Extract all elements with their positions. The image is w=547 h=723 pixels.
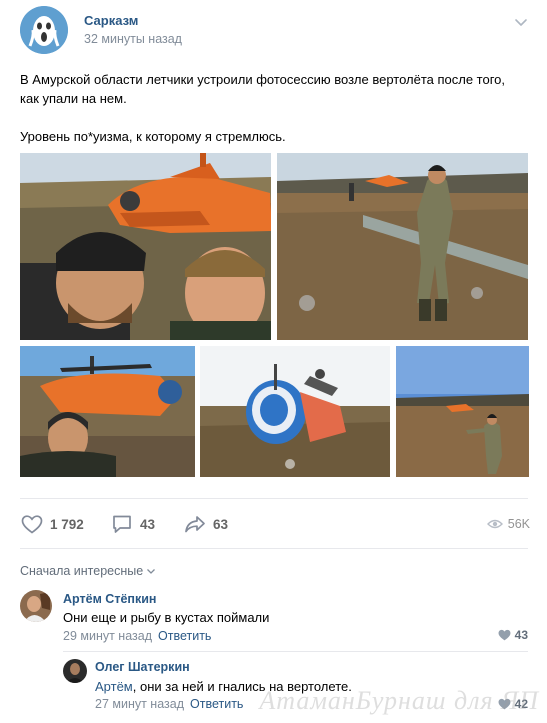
comment: Артём Стёпкин Они еще и рыбу в кустах по… — [20, 590, 530, 646]
comment-author[interactable]: Артём Стёпкин — [63, 592, 156, 606]
comment-time[interactable]: 29 минут назад — [63, 629, 152, 643]
mention-link[interactable]: Артём — [95, 679, 133, 694]
avatar[interactable] — [63, 659, 87, 683]
like-count: 1 792 — [50, 516, 84, 532]
photo-image — [277, 153, 528, 340]
user-photo — [20, 590, 52, 622]
comment-count: 43 — [140, 516, 156, 532]
photo-image — [20, 153, 271, 340]
share-count: 63 — [213, 516, 229, 532]
reply-button[interactable]: Ответить — [190, 697, 243, 711]
post-author[interactable]: Сарказм — [84, 13, 138, 28]
scream-face-icon — [20, 6, 68, 54]
photo-man-standing-near-wreck[interactable] — [277, 153, 528, 340]
divider — [20, 498, 528, 499]
share-icon — [185, 516, 205, 533]
photo-overturned-blue-helicopter[interactable] — [200, 346, 390, 477]
chevron-down-icon — [147, 569, 156, 574]
divider — [63, 651, 528, 652]
comment-meta: 29 минут назад Ответить — [63, 629, 211, 643]
sort-label: Сначала интересные — [20, 564, 144, 578]
heart-icon — [21, 515, 43, 534]
reply-button[interactable]: Ответить — [158, 629, 211, 643]
like-button[interactable]: 1 792 — [20, 512, 84, 536]
photo-selfie-with-crashed-helicopter[interactable] — [20, 153, 271, 340]
photo-image — [20, 346, 195, 477]
comment-text: Они еще и рыбу в кустах поймали — [63, 610, 270, 625]
post-header: Сарказм 32 минуты назад — [20, 6, 530, 54]
post-text-paragraph: В Амурской области летчики устроили фото… — [20, 72, 506, 106]
photo-image — [396, 346, 529, 477]
views-counter: 56K — [486, 512, 530, 536]
comment-like-button[interactable]: 43 — [498, 628, 528, 642]
divider — [20, 548, 528, 549]
photo-man-in-field-with-wreck[interactable] — [396, 346, 529, 477]
comment-time[interactable]: 27 минут назад — [95, 697, 184, 711]
chevron-down-icon[interactable] — [514, 16, 528, 30]
heart-icon — [498, 629, 511, 641]
avatar[interactable] — [20, 590, 52, 622]
photo-image — [200, 346, 390, 477]
post-text-paragraph: Уровень по*уизма, к которому я стремлюсь… — [20, 129, 286, 144]
photo-selfie-in-front-of-helicopter[interactable] — [20, 346, 195, 477]
user-photo — [63, 659, 87, 683]
community-avatar[interactable] — [20, 6, 68, 54]
eye-icon — [486, 519, 503, 529]
comment-meta: 27 минут назад Ответить — [95, 697, 243, 711]
share-button[interactable]: 63 — [183, 512, 228, 536]
comment-icon — [113, 515, 131, 533]
watermark: АтаманБурнаш для ЯП — [259, 686, 539, 715]
post-time[interactable]: 32 минуты назад — [84, 32, 182, 46]
post-text: В Амурской области летчики устроили фото… — [20, 70, 520, 146]
comment-like-count: 43 — [514, 628, 528, 642]
comments-sort-dropdown[interactable]: Сначала интересные — [20, 564, 156, 578]
views-count: 56K — [507, 517, 530, 531]
comment-author[interactable]: Олег Шатеркин — [95, 660, 190, 674]
comment-button[interactable]: 43 — [110, 512, 155, 536]
post-actions: 1 792 43 63 56K — [20, 512, 530, 536]
